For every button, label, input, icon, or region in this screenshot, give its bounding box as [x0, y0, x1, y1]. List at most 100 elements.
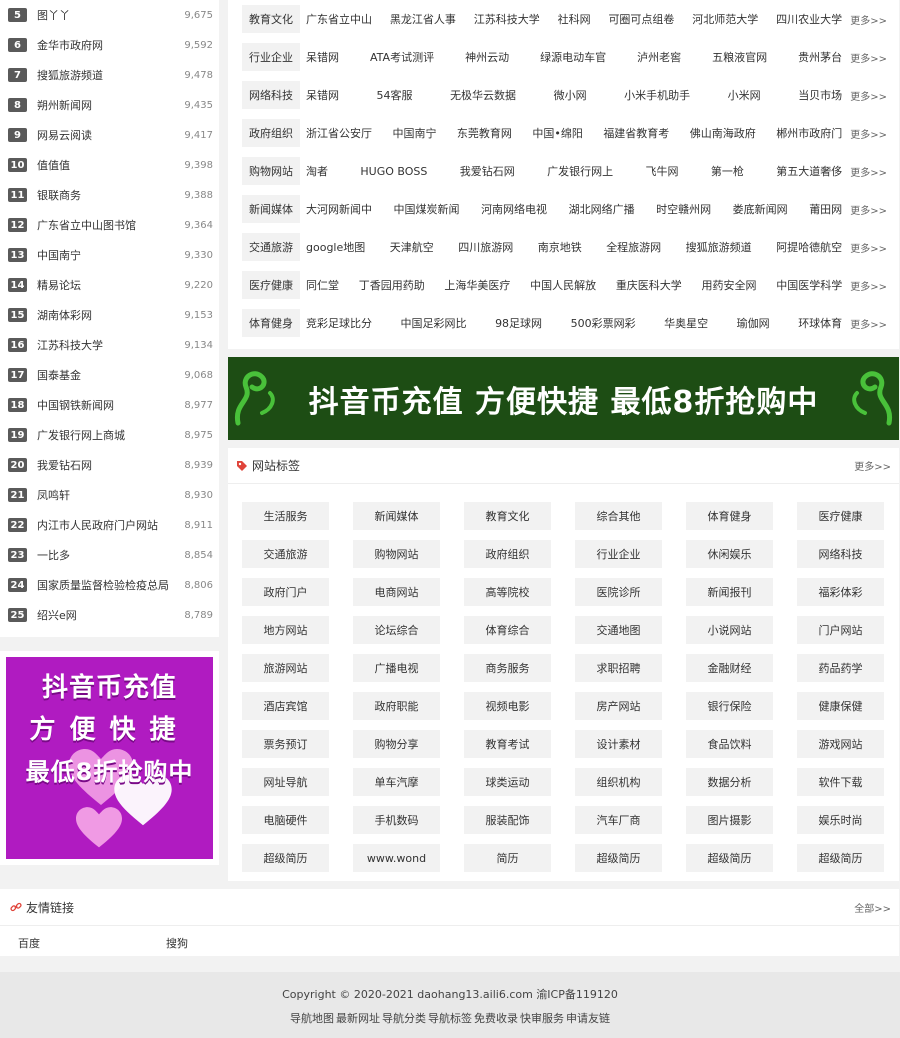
site-tag[interactable]: 单车汽摩	[353, 768, 440, 796]
category-site-link[interactable]: 贵州茅台	[798, 49, 842, 65]
rank-site-name[interactable]: 广发银行网上商城	[37, 427, 180, 443]
site-tag[interactable]: 房产网站	[575, 692, 662, 720]
footer-nav-link[interactable]: 免费收录	[474, 1012, 518, 1025]
rank-site-name[interactable]: 金华市政府网	[37, 37, 180, 53]
footer-nav-link[interactable]: 导航标签	[428, 1012, 472, 1025]
site-tag[interactable]: 体育综合	[464, 616, 551, 644]
rank-list-item[interactable]: 11 银联商务 9,388	[0, 180, 219, 210]
site-tag[interactable]: 超级简历	[797, 844, 884, 872]
rank-list-item[interactable]: 18 中国钢铁新闻网 8,977	[0, 390, 219, 420]
rank-site-name[interactable]: 我爱钻石网	[37, 457, 180, 473]
category-site-link[interactable]: 江苏科技大学	[474, 11, 540, 27]
category-site-link[interactable]: 同仁堂	[306, 277, 339, 293]
category-more-link[interactable]: 更多>>	[850, 240, 887, 255]
category-site-link[interactable]: 微小网	[554, 87, 587, 103]
site-tag[interactable]: 票务预订	[242, 730, 329, 758]
site-tag[interactable]: 门户网站	[797, 616, 884, 644]
site-tag[interactable]: 小说网站	[686, 616, 773, 644]
category-site-link[interactable]: 湖北网络广播	[569, 201, 635, 217]
site-tag[interactable]: 超级简历	[242, 844, 329, 872]
category-site-link[interactable]: 用药安全网	[702, 277, 757, 293]
rank-site-name[interactable]: 绍兴e网	[37, 607, 180, 623]
rank-list-item[interactable]: 25 绍兴e网 8,789	[0, 600, 219, 630]
site-tag[interactable]: 交通地图	[575, 616, 662, 644]
category-site-link[interactable]: 天津航空	[390, 239, 434, 255]
category-site-link[interactable]: 重庆医科大学	[616, 277, 682, 293]
category-site-link[interactable]: 丁香园用药助	[359, 277, 425, 293]
site-tag[interactable]: 球类运动	[464, 768, 551, 796]
category-site-link[interactable]: 搜狐旅游频道	[686, 239, 752, 255]
site-tag[interactable]: 求职招聘	[575, 654, 662, 682]
site-tag[interactable]: 行业企业	[575, 540, 662, 568]
site-tag[interactable]: 服装配饰	[464, 806, 551, 834]
rank-site-name[interactable]: 银联商务	[37, 187, 180, 203]
rank-site-name[interactable]: 中国南宁	[37, 247, 180, 263]
site-tag[interactable]: 政府门户	[242, 578, 329, 606]
footer-nav-link[interactable]: 导航分类	[382, 1012, 426, 1025]
category-more-link[interactable]: 更多>>	[850, 316, 887, 331]
rank-site-name[interactable]: 一比多	[37, 547, 180, 563]
rank-list-item[interactable]: 23 一比多 8,854	[0, 540, 219, 570]
site-tag[interactable]: 电脑硬件	[242, 806, 329, 834]
rank-site-name[interactable]: 网易云阅读	[37, 127, 180, 143]
category-label[interactable]: 政府组织	[242, 119, 300, 147]
category-site-link[interactable]: 环球体育	[798, 315, 842, 331]
rank-site-name[interactable]: 国泰基金	[37, 367, 180, 383]
site-tag[interactable]: 娱乐时尚	[797, 806, 884, 834]
rank-list-item[interactable]: 6 金华市政府网 9,592	[0, 30, 219, 60]
site-tag[interactable]: 酒店宾馆	[242, 692, 329, 720]
category-site-link[interactable]: 南京地铁	[538, 239, 582, 255]
category-label[interactable]: 购物网站	[242, 157, 300, 185]
category-site-link[interactable]: 娄底新闻网	[733, 201, 788, 217]
category-site-link[interactable]: 全程旅游网	[606, 239, 661, 255]
friend-links-all-link[interactable]: 全部>>	[854, 900, 891, 915]
site-tag[interactable]: 旅游网站	[242, 654, 329, 682]
category-site-link[interactable]: 呆错网	[306, 49, 339, 65]
category-site-link[interactable]: ATA考试测评	[370, 49, 434, 65]
category-site-link[interactable]: 无极华云数据	[450, 87, 516, 103]
category-site-link[interactable]: HUGO BOSS	[360, 165, 427, 178]
site-tag[interactable]: 医院诊所	[575, 578, 662, 606]
category-site-link[interactable]: 福建省教育考	[603, 125, 669, 141]
rank-list-item[interactable]: 24 国家质量监督检验检疫总局 8,806	[0, 570, 219, 600]
category-more-link[interactable]: 更多>>	[850, 12, 887, 27]
site-tag[interactable]: 软件下载	[797, 768, 884, 796]
site-tag[interactable]: 新闻媒体	[353, 502, 440, 530]
category-site-link[interactable]: 中国南宁	[392, 125, 436, 141]
site-tag[interactable]: 休闲娱乐	[686, 540, 773, 568]
site-tag[interactable]: 简历	[464, 844, 551, 872]
category-site-link[interactable]: 500彩票网彩	[571, 315, 636, 331]
category-site-link[interactable]: 呆错网	[306, 87, 339, 103]
rank-list-item[interactable]: 21 凤鸣轩 8,930	[0, 480, 219, 510]
category-site-link[interactable]: 淘者	[306, 163, 328, 179]
friend-link[interactable]: 百度	[18, 935, 166, 951]
site-tag[interactable]: 福彩体彩	[797, 578, 884, 606]
category-site-link[interactable]: 中国医学科学	[776, 277, 842, 293]
site-tag[interactable]: 网址导航	[242, 768, 329, 796]
category-site-link[interactable]: 我爱钻石网	[460, 163, 515, 179]
category-site-link[interactable]: 98足球网	[495, 315, 542, 331]
category-site-link[interactable]: 当贝市场	[798, 87, 842, 103]
rank-list-item[interactable]: 22 内江市人民政府门户网站 8,911	[0, 510, 219, 540]
rank-site-name[interactable]: 内江市人民政府门户网站	[37, 517, 180, 533]
rank-list-item[interactable]: 9 网易云阅读 9,417	[0, 120, 219, 150]
site-tag[interactable]: 交通旅游	[242, 540, 329, 568]
site-tags-more-link[interactable]: 更多>>	[854, 458, 891, 473]
category-site-link[interactable]: 可圈可点组卷	[608, 11, 674, 27]
rank-list-item[interactable]: 16 江苏科技大学 9,134	[0, 330, 219, 360]
category-site-link[interactable]: 上海华美医疗	[444, 277, 510, 293]
site-tag[interactable]: 数据分析	[686, 768, 773, 796]
site-tag[interactable]: 游戏网站	[797, 730, 884, 758]
site-tag[interactable]: 视频电影	[464, 692, 551, 720]
category-label[interactable]: 医疗健康	[242, 271, 300, 299]
rank-list-item[interactable]: 14 精易论坛 9,220	[0, 270, 219, 300]
site-tag[interactable]: 组织机构	[575, 768, 662, 796]
site-tag[interactable]: 医疗健康	[797, 502, 884, 530]
category-site-link[interactable]: 绿源电动车官	[540, 49, 606, 65]
rank-list-item[interactable]: 7 搜狐旅游频道 9,478	[0, 60, 219, 90]
site-tag[interactable]: 设计素材	[575, 730, 662, 758]
category-label[interactable]: 网络科技	[242, 81, 300, 109]
category-site-link[interactable]: 第五大道奢侈	[776, 163, 842, 179]
category-site-link[interactable]: 54客服	[377, 87, 413, 103]
site-tag[interactable]: 手机数码	[353, 806, 440, 834]
